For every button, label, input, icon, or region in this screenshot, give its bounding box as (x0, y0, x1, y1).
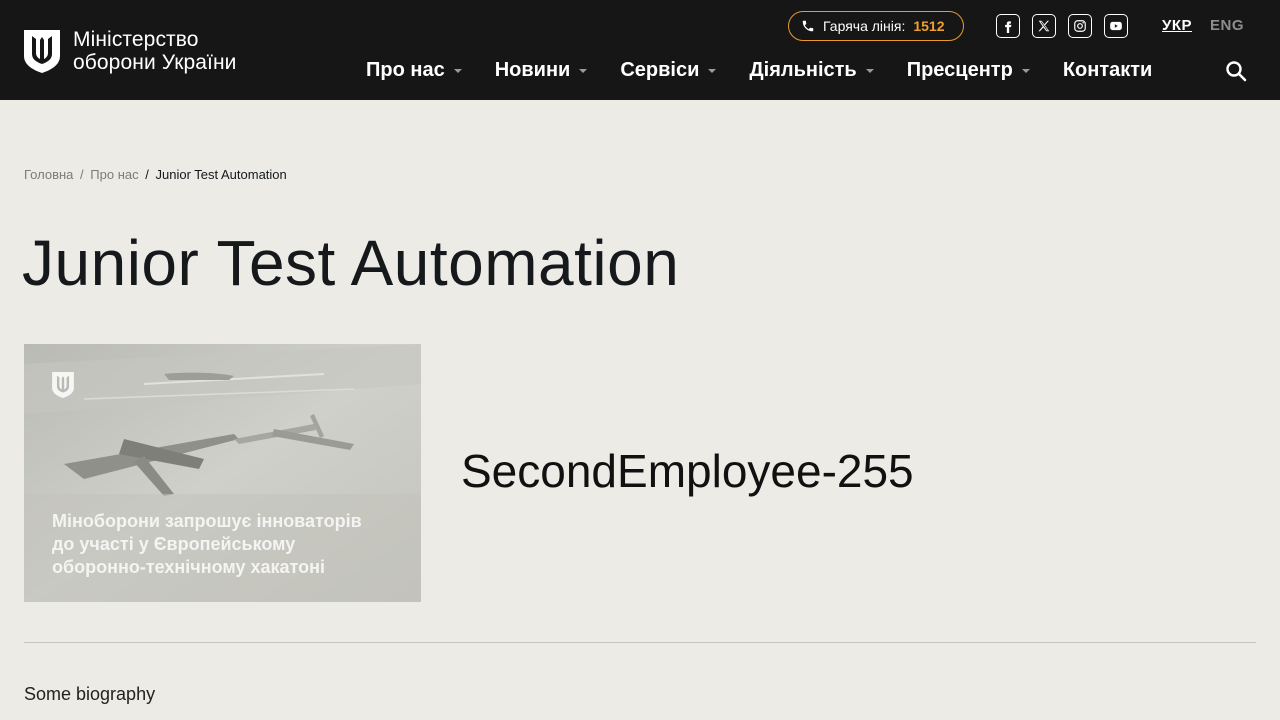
youtube-link[interactable] (1104, 14, 1128, 38)
lang-eng-link[interactable]: ENG (1210, 17, 1244, 34)
nav-item-services[interactable]: Сервіси (620, 59, 717, 82)
photo-caption-line: Міноборони запрошує інноваторів (52, 511, 362, 531)
nav-item-label: Сервіси (620, 59, 700, 81)
breadcrumb-separator: / (80, 167, 84, 182)
chevron-down-icon (708, 68, 717, 73)
employee-biography: Some biography (24, 684, 156, 704)
hotline-button[interactable]: Гаряча лінія: 1512 (788, 11, 964, 41)
trident-emblem-icon (24, 29, 60, 73)
phone-icon (802, 20, 814, 32)
trident-watermark-icon (52, 372, 74, 398)
facebook-link[interactable] (996, 14, 1020, 38)
logo-line-2: оборони України (73, 51, 237, 74)
social-links (996, 14, 1128, 38)
chevron-down-icon (453, 68, 462, 73)
breadcrumb-current: Junior Test Automation (155, 167, 287, 182)
photo-caption-line: оборонно-технічному хакатоні (52, 557, 325, 577)
instagram-link[interactable] (1068, 14, 1092, 38)
chevron-down-icon (1021, 68, 1030, 73)
youtube-icon (1110, 21, 1122, 31)
photo-caption-line: до участі у Європейському (52, 534, 296, 554)
nav-item-about[interactable]: Про нас (366, 59, 462, 82)
hotline-label: Гаряча лінія: (823, 18, 906, 34)
employee-name: SecondEmployee-255 (461, 445, 914, 497)
nav-item-label: Про нас (366, 59, 445, 81)
search-icon[interactable] (1224, 59, 1248, 83)
instagram-icon (1074, 20, 1086, 32)
nav-item-label: Пресцентр (906, 59, 1013, 81)
facebook-icon (1005, 21, 1012, 33)
nav-item-news[interactable]: Новини (495, 59, 588, 82)
hotline-number: 1512 (913, 18, 945, 34)
nav-item-label: Контакти (1062, 59, 1153, 81)
page-title: Junior Test Automation (22, 227, 680, 299)
breadcrumb-home-link[interactable]: Головна (24, 167, 73, 182)
nav-item-activity[interactable]: Діяльність (749, 59, 874, 82)
main-nav: Про нас Новини Сервіси Діяльність Пресце… (366, 59, 1152, 82)
nav-item-contacts[interactable]: Контакти (1063, 59, 1153, 82)
section-divider (24, 642, 1256, 643)
breadcrumb: Головна / Про нас / Junior Test Automati… (24, 167, 287, 182)
employee-photo: Міноборони запрошує інноваторів до участ… (24, 344, 421, 602)
chevron-down-icon (865, 68, 874, 73)
nav-item-label: Новини (494, 59, 571, 81)
logo-line-1: Міністерство (73, 28, 199, 51)
ministry-logo[interactable]: Міністерство оборони України (24, 28, 237, 74)
site-header: Міністерство оборони України Гаряча ліні… (0, 0, 1280, 100)
nav-item-press-center[interactable]: Пресцентр (907, 59, 1030, 82)
photo-caption: Міноборони запрошує інноваторів до участ… (52, 510, 362, 579)
x-twitter-icon (1038, 20, 1050, 32)
lang-ukr-link[interactable]: УКР (1162, 17, 1192, 34)
nav-item-label: Діяльність (749, 59, 857, 81)
breadcrumb-about-link[interactable]: Про нас (90, 167, 138, 182)
chevron-down-icon (579, 68, 588, 73)
logo-text: Міністерство оборони України (73, 28, 237, 74)
breadcrumb-separator: / (145, 167, 149, 182)
x-twitter-link[interactable] (1032, 14, 1056, 38)
